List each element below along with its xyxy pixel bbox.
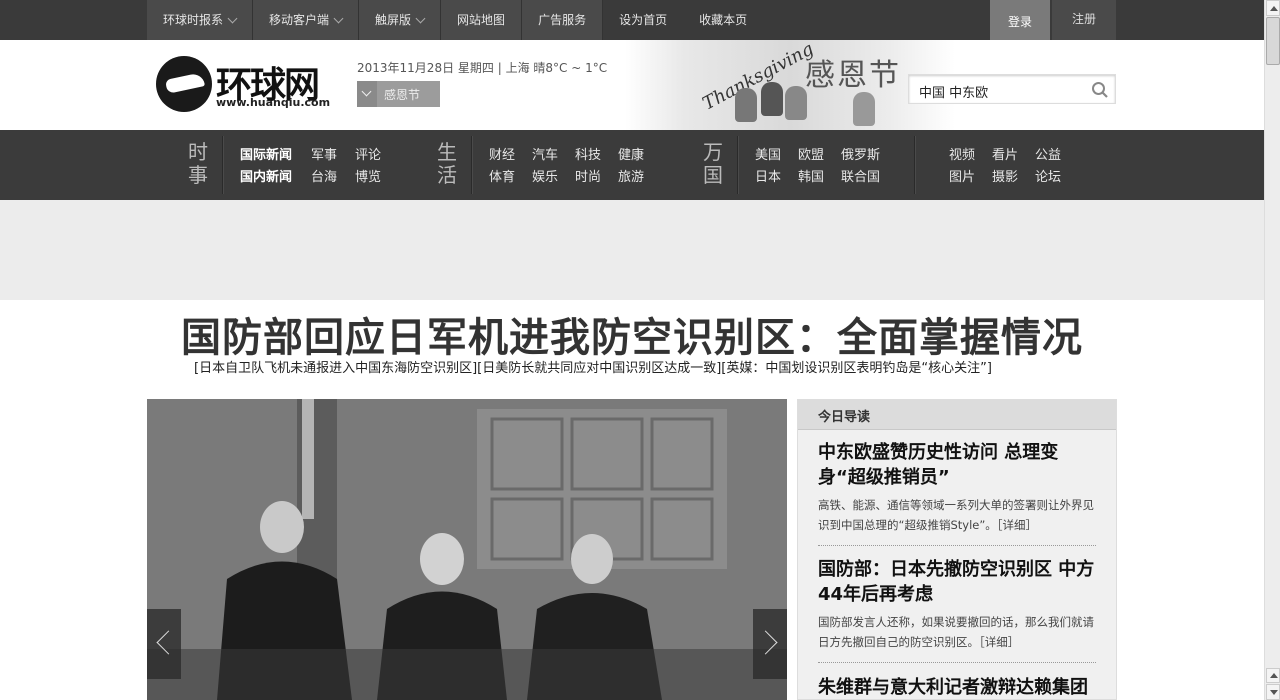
login-button[interactable]: 登录 [990, 0, 1050, 45]
nav-category-world: 万国 [703, 140, 723, 187]
nav-link-international[interactable]: 国际新闻 [240, 144, 292, 163]
guide-story-title[interactable]: 国防部：日本先撤防空识别区 中方44年后再考虑 [818, 557, 1096, 607]
divider [818, 662, 1096, 663]
main-nav: 时事 国际新闻 军事 评论 国内新闻 台海 博览 生活 财经 汽车 科技 健康 … [0, 130, 1264, 200]
bookmark-link[interactable]: 收藏本页 [683, 0, 763, 40]
top-menu-site-map[interactable]: 网站地图 [441, 0, 523, 40]
nav-link-un[interactable]: 联合国 [841, 166, 880, 185]
nav-link-sports[interactable]: 体育 [489, 166, 515, 185]
slider-prev-icon[interactable] [147, 609, 181, 679]
site-logo[interactable]: 环球网 www.huanqiu.com [156, 56, 336, 114]
header: 环球网 www.huanqiu.com 2013年11月28日 星期四 | 上海… [0, 40, 1264, 130]
nav-divider [914, 136, 916, 194]
top-menu-label: 广告服务 [538, 13, 587, 27]
top-menu-mobile-client[interactable]: 移动客户端 [253, 0, 360, 40]
nav-link-travel[interactable]: 旅游 [618, 166, 644, 185]
banner-chinese-text: 感恩节 [805, 58, 901, 93]
nav-link-forum[interactable]: 论坛 [1035, 166, 1061, 185]
scroll-down-icon[interactable] [1266, 684, 1280, 700]
nav-link-expo[interactable]: 博览 [355, 166, 381, 185]
top-bar: 环球时报系 移动客户端 触屏版 网站地图 广告服务 设为首页 收藏本页 登录 注… [0, 0, 1264, 45]
nav-link-military[interactable]: 军事 [311, 144, 337, 163]
nav-link-russia[interactable]: 俄罗斯 [841, 144, 880, 163]
divider [818, 545, 1096, 546]
search-icon[interactable] [1091, 81, 1109, 99]
top-menu-label: 触屏版 [375, 13, 412, 27]
chevron-down-icon [333, 13, 344, 23]
top-menu-ad-service[interactable]: 广告服务 [522, 0, 604, 40]
chevron-down-icon [415, 13, 426, 23]
nav-link-video[interactable]: 视频 [949, 144, 975, 163]
nav-link-japan[interactable]: 日本 [755, 166, 781, 185]
scroll-up-icon[interactable] [1266, 0, 1280, 16]
page: 环球时报系 移动客户端 触屏版 网站地图 广告服务 设为首页 收藏本页 登录 注… [0, 0, 1280, 700]
nav-divider [737, 136, 739, 194]
thanksgiving-banner[interactable]: Thanksgiving 感恩节 [625, 40, 955, 130]
news-photo [147, 399, 787, 700]
top-menu-touch-version[interactable]: 触屏版 [359, 0, 442, 40]
chevron-down-icon [357, 81, 377, 107]
nav-link-taiwan[interactable]: 台海 [311, 166, 337, 185]
today-guide-panel: 今日导读 中东欧盛赞历史性访问 总理变身“超级推销员” 高铁、能源、通信等领域一… [797, 399, 1117, 700]
related-headlines[interactable]: [日本自卫队飞机未通报进入中国东海防空识别区][日美防长就共同应对中国识别区达成… [194, 357, 992, 376]
pilgrim-figure-icon [785, 86, 807, 120]
logo-url: www.huanqiu.com [216, 96, 331, 109]
slider-next-icon[interactable] [753, 609, 787, 679]
top-menu-huanqiu-times[interactable]: 环球时报系 [147, 0, 254, 40]
nav-link-korea[interactable]: 韩国 [798, 166, 824, 185]
nav-link-pictures[interactable]: 图片 [949, 166, 975, 185]
nav-divider [222, 136, 224, 194]
logo-mark-icon [156, 56, 212, 112]
top-nav: 环球时报系 移动客户端 触屏版 网站地图 广告服务 设为首页 收藏本页 [147, 0, 763, 40]
dateline: 2013年11月28日 星期四 | 上海 晴8°C ~ 1°C [357, 61, 608, 75]
nav-category-life: 生活 [437, 140, 457, 187]
pilgrim-figure-icon [735, 88, 757, 122]
search-box[interactable]: 中国 中东欧 [908, 74, 1116, 104]
nav-link-finance[interactable]: 财经 [489, 144, 515, 163]
guide-story: 国防部：日本先撤防空识别区 中方44年后再考虑 国防部发言人还称，如果说要撤回的… [818, 557, 1096, 663]
nav-link-charity[interactable]: 公益 [1035, 144, 1061, 163]
nav-link-health[interactable]: 健康 [618, 144, 644, 163]
top-menu-label: 环球时报系 [163, 13, 224, 27]
top-menu-label: 网站地图 [457, 13, 506, 27]
set-home-link[interactable]: 设为首页 [603, 0, 683, 40]
scroll-up-icon[interactable] [1266, 668, 1280, 683]
nav-link-entertainment[interactable]: 娱乐 [532, 166, 558, 185]
nav-link-eu[interactable]: 欧盟 [798, 144, 824, 163]
today-guide-header: 今日导读 [798, 400, 1116, 430]
guide-story: 朱维群与意大利记者激辩达赖集团 [818, 675, 1096, 700]
top-menu-label: 移动客户端 [269, 13, 330, 27]
guide-story-title[interactable]: 朱维群与意大利记者激辩达赖集团 [818, 675, 1096, 700]
festival-button[interactable]: 感恩节 [357, 81, 440, 107]
nav-link-fashion[interactable]: 时尚 [575, 166, 601, 185]
ad-banner-area [0, 200, 1264, 300]
nav-link-photography[interactable]: 摄影 [992, 166, 1018, 185]
pilgrim-figure-icon [761, 82, 783, 116]
turkey-figure-icon [853, 92, 875, 126]
register-button[interactable]: 注册 [1052, 0, 1116, 40]
nav-category-current-affairs: 时事 [188, 140, 208, 187]
guide-story-desc: 国防部发言人还称，如果说要撤回的话，那么我们就请日方先撤回自己的防空识别区。［详… [818, 615, 1094, 649]
nav-link-tech[interactable]: 科技 [575, 144, 601, 163]
nav-link-auto[interactable]: 汽车 [532, 144, 558, 163]
guide-story: 中东欧盛赞历史性访问 总理变身“超级推销员” 高铁、能源、通信等领域一系列大单的… [818, 440, 1096, 546]
main-headline[interactable]: 国防部回应日军机进我防空识别区：全面掌握情况 [0, 305, 1264, 363]
photo-slider[interactable] [147, 399, 787, 700]
scrollbar-thumb[interactable] [1266, 17, 1280, 65]
guide-story-title[interactable]: 中东欧盛赞历史性访问 总理变身“超级推销员” [818, 440, 1096, 490]
vertical-scrollbar[interactable] [1264, 0, 1280, 700]
festival-button-label: 感恩节 [384, 88, 421, 102]
nav-link-domestic[interactable]: 国内新闻 [240, 166, 292, 185]
nav-link-watch[interactable]: 看片 [992, 144, 1018, 163]
nav-divider [471, 136, 473, 194]
chevron-down-icon [227, 13, 238, 23]
search-input[interactable]: 中国 中东欧 [919, 82, 988, 101]
guide-story-desc: 高铁、能源、通信等领域一系列大单的签署则让外界见识到中国总理的“超级推销Styl… [818, 498, 1094, 532]
nav-link-commentary[interactable]: 评论 [355, 144, 381, 163]
nav-link-usa[interactable]: 美国 [755, 144, 781, 163]
